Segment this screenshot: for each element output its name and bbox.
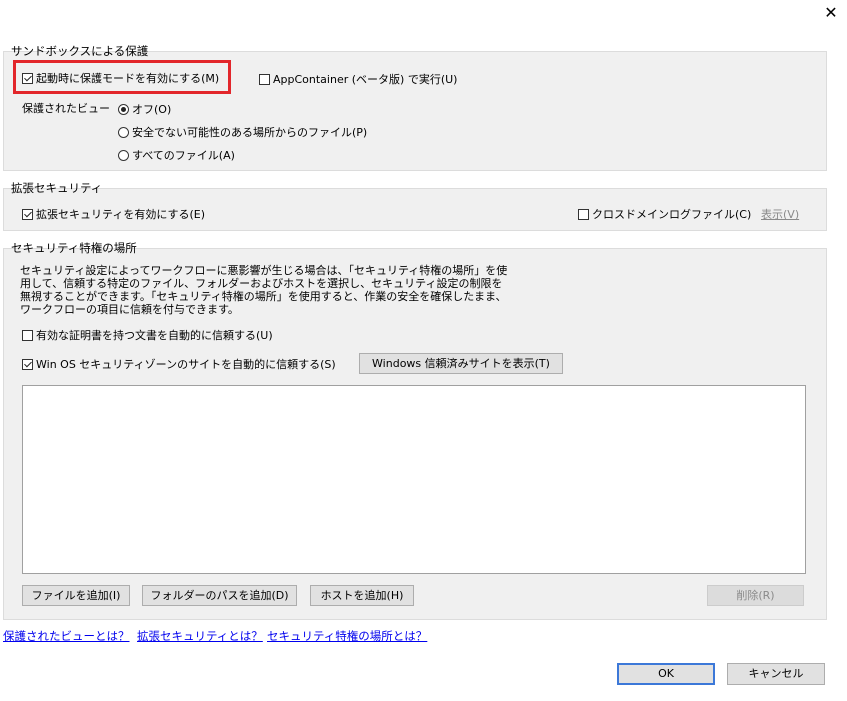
enable-protected-mode-checkbox[interactable]: 起動時に保護モードを有効にする(M) <box>22 70 219 86</box>
privileged-locations-help-link[interactable]: セキュリティ特権の場所とは？ <box>267 628 427 644</box>
radio-unselected-icon <box>118 127 129 138</box>
privileged-locations-group-title: セキュリティ特権の場所 <box>11 241 137 255</box>
privileged-locations-list[interactable] <box>22 385 806 574</box>
add-folder-path-button[interactable]: フォルダーのパスを追加(D) <box>142 585 297 606</box>
radio-selected-icon <box>118 104 129 115</box>
radio-unselected-icon <box>118 150 129 161</box>
radio-off[interactable]: オフ(O) <box>118 101 171 117</box>
trust-certified-documents-checkbox[interactable]: 有効な証明書を持つ文書を自動的に信頼する(U) <box>22 327 273 343</box>
trust-win-os-zone-checkbox[interactable]: Win OS セキュリティゾーンのサイトを自動的に信頼する(S) <box>22 356 336 372</box>
appcontainer-checkbox[interactable]: AppContainer (ベータ版) で実行(U) <box>259 71 457 87</box>
checkbox-checked-icon <box>22 73 33 84</box>
appcontainer-label: AppContainer (ベータ版) で実行(U) <box>273 73 458 86</box>
view-log-link[interactable]: 表示(V) <box>761 206 799 222</box>
show-windows-trusted-sites-button[interactable]: Windows 信頼済みサイトを表示(T) <box>359 353 563 374</box>
protected-view-label: 保護されたビュー <box>22 102 110 115</box>
checkbox-checked-icon <box>22 209 33 220</box>
close-icon[interactable]: ✕ <box>820 2 842 24</box>
cancel-button[interactable]: キャンセル <box>727 663 825 685</box>
sandbox-group-title: サンドボックスによる保護 <box>11 44 149 58</box>
radio-unsafe-locations-label: 安全でない可能性のある場所からのファイル(P) <box>132 126 368 139</box>
add-host-button[interactable]: ホストを追加(H) <box>310 585 414 606</box>
radio-off-label: オフ(O) <box>132 103 172 116</box>
enhanced-security-help-link[interactable]: 拡張セキュリティとは？ <box>137 628 263 644</box>
radio-unsafe-locations[interactable]: 安全でない可能性のある場所からのファイル(P) <box>118 124 367 140</box>
trust-certified-documents-label: 有効な証明書を持つ文書を自動的に信頼する(U) <box>36 329 273 342</box>
cross-domain-log-label: クロスドメインログファイル(C) <box>592 208 752 221</box>
privileged-locations-description: セキュリティ設定によってワークフローに悪影響が生じる場合は、「セキュリティ特権の… <box>20 264 508 316</box>
checkbox-checked-icon <box>22 359 33 370</box>
radio-all-files[interactable]: すべてのファイル(A) <box>118 147 235 163</box>
checkbox-unchecked-icon <box>578 209 589 220</box>
enhanced-security-group-title: 拡張セキュリティ <box>11 181 103 195</box>
checkbox-unchecked-icon <box>259 74 270 85</box>
enable-enhanced-security-checkbox[interactable]: 拡張セキュリティを有効にする(E) <box>22 206 205 222</box>
cross-domain-log-checkbox[interactable]: クロスドメインログファイル(C) <box>578 206 751 222</box>
checkbox-unchecked-icon <box>22 330 33 341</box>
protected-view-help-link[interactable]: 保護されたビューとは？ <box>3 628 130 644</box>
enable-protected-mode-label: 起動時に保護モードを有効にする(M) <box>36 72 220 85</box>
remove-button[interactable]: 削除(R) <box>707 585 804 606</box>
enable-enhanced-security-label: 拡張セキュリティを有効にする(E) <box>36 208 205 221</box>
radio-all-files-label: すべてのファイル(A) <box>132 149 235 162</box>
add-file-button[interactable]: ファイルを追加(I) <box>22 585 130 606</box>
ok-button[interactable]: OK <box>617 663 715 685</box>
trust-win-os-zone-label: Win OS セキュリティゾーンのサイトを自動的に信頼する(S) <box>36 358 336 371</box>
